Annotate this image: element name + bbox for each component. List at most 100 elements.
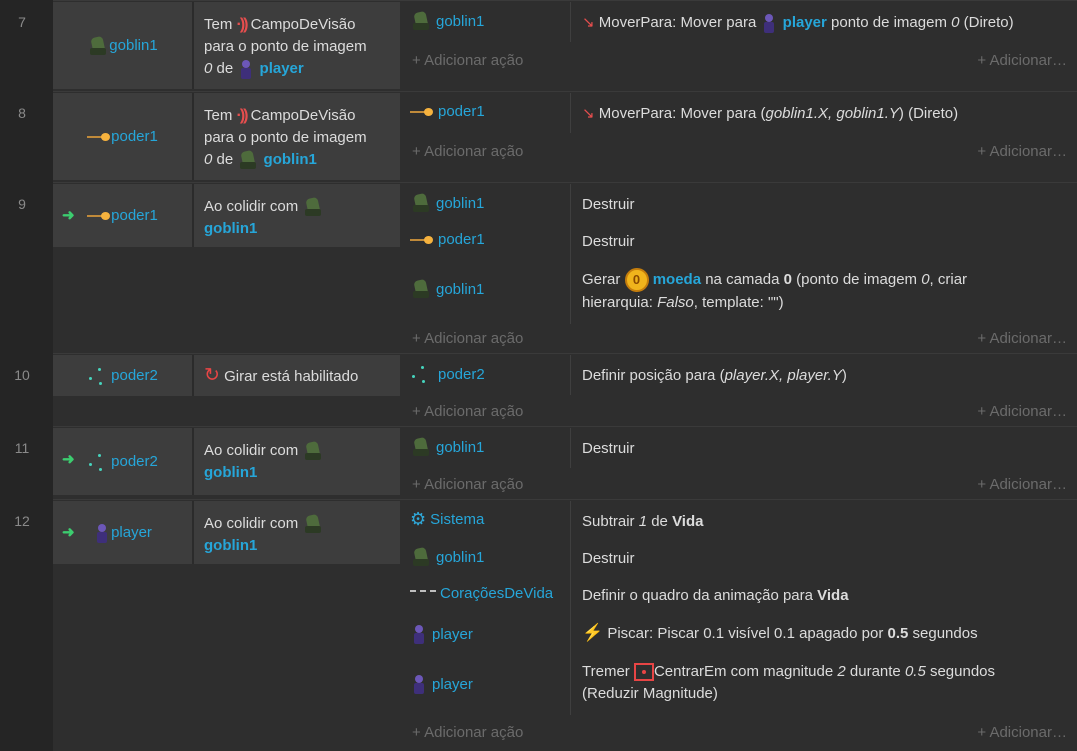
goblin-icon [302,196,324,218]
action-object[interactable]: goblin1 [410,278,484,300]
condition[interactable]: poder2 ↻ Girar está habilitado [53,355,400,396]
action-object[interactable]: poder1 [410,231,485,248]
expression: player.X, player.Y [724,367,842,384]
text: ) (Direto) [898,105,959,122]
add-condition-button[interactable]: + Adicionar… [977,143,1067,160]
condition-object[interactable]: poder2 [53,355,192,396]
object-name: Sistema [430,511,485,528]
add-condition-button[interactable]: + Adicionar… [977,52,1067,69]
action-object[interactable]: goblin1 [410,192,484,214]
add-condition-label: Adicionar… [989,476,1067,493]
player-icon [410,623,428,645]
text: (Direto) [963,14,1014,31]
condition-object[interactable]: poder1 [53,184,192,247]
image-point: 0 [951,14,960,31]
event-row-12[interactable]: 12 ➜ player Ao colidir com goblin1 ⚙ Sis… [0,499,1077,751]
hearts-icon [410,589,436,598]
condition[interactable]: goblin1 Tem ·)) CampoDeVisão para o pont… [53,2,400,89]
object-name: poder1 [111,128,158,145]
action[interactable]: goblin1 ↘ MoverPara: Mover para player p… [400,8,1077,36]
condition-object[interactable]: player [53,501,192,564]
action[interactable]: goblin1 Gerar 0 moeda na camada 0 (ponto… [400,266,1077,314]
condition[interactable]: ➜ player Ao colidir com goblin1 [53,501,400,564]
action-object[interactable]: ⚙ Sistema [410,509,484,530]
condition[interactable]: poder1 Tem ·)) CampoDeVisão para o ponto… [53,93,400,180]
image-point: 0 [204,60,213,77]
condition[interactable]: ➜ poder2 Ao colidir com goblin1 [53,428,400,495]
goblin-icon [410,10,432,32]
event-row-10[interactable]: 10 poder2 ↻ Girar está habilitado poder2… [0,353,1077,426]
add-condition-button[interactable]: + Adicionar… [977,476,1067,493]
add-condition-label: Adicionar… [989,724,1067,741]
add-action-button[interactable]: + Adicionar ação [412,330,523,347]
object-name: player [432,625,473,643]
action-object[interactable]: goblin1 [410,546,484,568]
text: Ao colidir com [204,198,299,215]
event-number: 12 [14,513,30,529]
text: ponto de imagem [831,14,947,31]
action[interactable]: goblin1 Destruir [400,190,1077,218]
add-condition-button[interactable]: + Adicionar… [977,403,1067,420]
divider [192,2,194,89]
action[interactable]: poder2 Definir posição para (player.X, p… [400,361,1077,389]
object-name: goblin1 [436,12,485,30]
magnitude-value: 2 [837,663,846,680]
add-condition-button[interactable]: + Adicionar… [977,330,1067,347]
text: segundos [912,625,978,642]
event-sheet: 7 goblin1 Tem ·)) CampoDeVisão para o po… [0,0,1077,751]
divider [192,501,194,564]
add-action-button[interactable]: + Adicionar ação [412,143,523,160]
action-object[interactable]: player [410,673,473,695]
text: Tremer [582,663,630,680]
fireball-icon [87,211,111,221]
object-name: poder2 [111,367,158,384]
value: 1 [638,513,648,530]
add-action-label: Adicionar ação [424,476,524,493]
action-text: Definir o quadro da animação para Vida [582,585,1063,607]
object-name: player [111,524,152,541]
action-object[interactable]: poder1 [410,103,485,120]
player-icon [93,522,111,544]
sparkle-icon [87,365,111,387]
condition-object[interactable]: poder2 [53,428,192,495]
action[interactable]: player ⚡ Piscar: Piscar 0.1 visível 0.1 … [400,619,1077,649]
action-object[interactable]: poder2 [410,363,485,385]
action[interactable]: poder1 Destruir [400,227,1077,255]
text: Piscar: Piscar 0.1 visível 0.1 apagado p… [607,625,884,642]
action-text: Tremer CentrarEm com magnitude 2 durante… [582,661,1063,705]
add-action-button[interactable]: + Adicionar ação [412,52,523,69]
fireball-icon [410,235,434,245]
text: de [216,60,234,77]
condition-object[interactable]: goblin1 [53,2,192,89]
action[interactable]: player Tremer CentrarEm com magnitude 2 … [400,659,1077,709]
action-text: Destruir [582,550,635,567]
action-text: Destruir [582,196,635,213]
action[interactable]: goblin1 Destruir [400,544,1077,572]
condition[interactable]: ➜ poder1 Ao colidir com goblin1 [53,184,400,247]
event-row-7[interactable]: 7 goblin1 Tem ·)) CampoDeVisão para o po… [0,0,1077,91]
action-object[interactable]: player [410,623,473,645]
add-action-button[interactable]: + Adicionar ação [412,476,523,493]
action[interactable]: CoraçõesDeVida Definir o quadro da anima… [400,581,1077,609]
add-action-button[interactable]: + Adicionar ação [412,403,523,420]
action[interactable]: poder1 ↘ MoverPara: Mover para (goblin1.… [400,99,1077,127]
action[interactable]: ⚙ Sistema Subtrair 1 de Vida [400,507,1077,535]
event-row-11[interactable]: 11 ➜ poder2 Ao colidir com goblin1 gobli… [0,426,1077,499]
behavior-name: CampoDeVisão [250,16,356,33]
action-object[interactable]: goblin1 [410,10,484,32]
action-text: ⚡ Piscar: Piscar 0.1 visível 0.1 apagado… [582,622,1063,645]
add-condition-button[interactable]: + Adicionar… [977,724,1067,741]
action-object[interactable]: CoraçõesDeVida [410,585,553,602]
condition-object[interactable]: poder1 [53,93,192,180]
event-row-9[interactable]: 9 ➜ poder1 Ao colidir com goblin1 goblin… [0,182,1077,353]
add-condition-label: Adicionar… [989,143,1067,160]
text: segundos [929,663,996,680]
rotate-icon: ↻ [204,365,220,386]
text: Tem [204,16,233,33]
action[interactable]: goblin1 Destruir [400,434,1077,462]
action-object[interactable]: goblin1 [410,436,484,458]
player-icon [760,12,778,34]
event-row-8[interactable]: 8 poder1 Tem ·)) CampoDeVisão para o pon… [0,91,1077,182]
add-action-button[interactable]: + Adicionar ação [412,724,523,741]
object-name: poder1 [438,103,485,120]
